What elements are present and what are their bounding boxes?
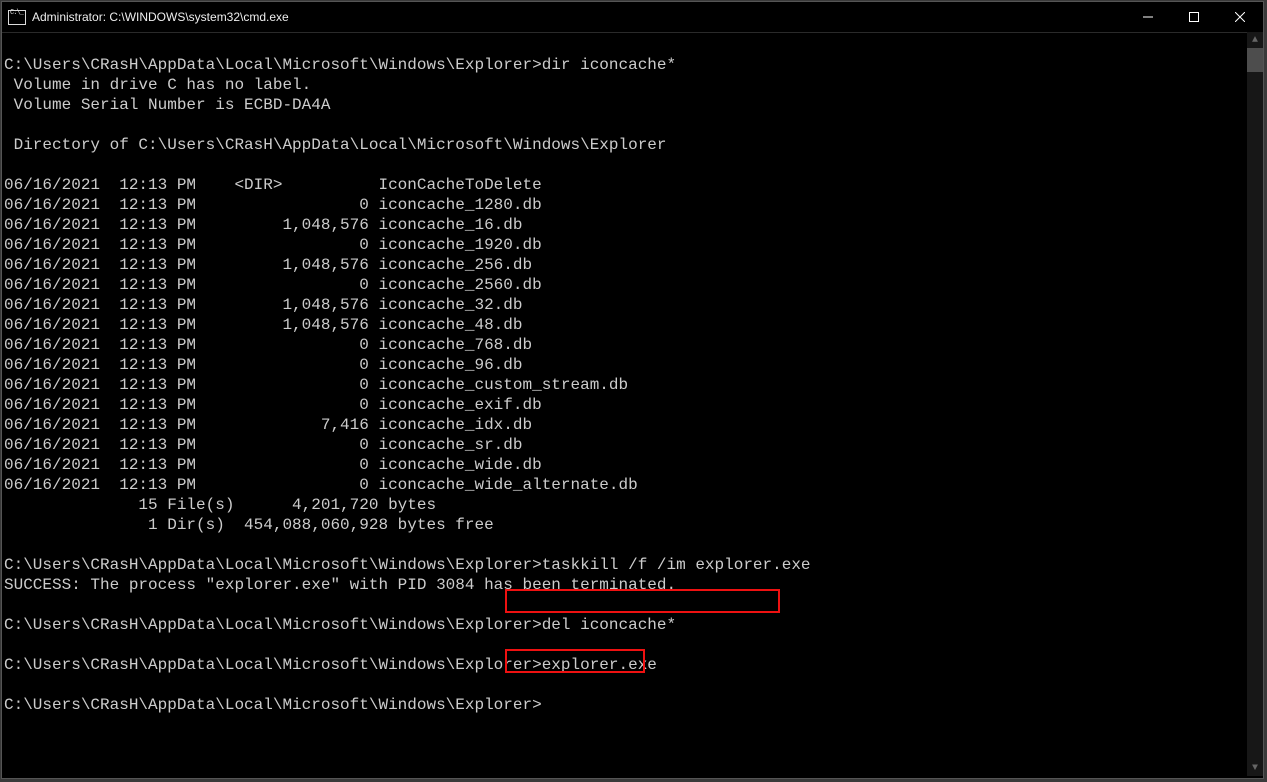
dir-row: 06/16/2021 12:13 PM 0 iconcache_wide_alt…	[4, 475, 1263, 495]
close-button[interactable]	[1217, 2, 1263, 32]
prompt-path: C:\Users\CRasH\AppData\Local\Microsoft\W…	[4, 556, 542, 574]
prompt-path: C:\Users\CRasH\AppData\Local\Microsoft\W…	[4, 656, 542, 674]
typed-command: explorer.exe	[542, 656, 657, 674]
dir-row: 06/16/2021 12:13 PM 1,048,576 iconcache_…	[4, 255, 1263, 275]
dir-row: 06/16/2021 12:13 PM 0 iconcache_96.db	[4, 355, 1263, 375]
dir-row: 06/16/2021 12:13 PM 7,416 iconcache_idx.…	[4, 415, 1263, 435]
dir-row: 06/16/2021 12:13 PM 0 iconcache_wide.db	[4, 455, 1263, 475]
dir-row: 06/16/2021 12:13 PM 0 iconcache_1280.db	[4, 195, 1263, 215]
output-line: Volume in drive C has no label.	[4, 75, 1263, 95]
title-left: Administrator: C:\WINDOWS\system32\cmd.e…	[2, 10, 289, 25]
blank-line	[4, 115, 1263, 135]
cmd-line: C:\Users\CRasH\AppData\Local\Microsoft\W…	[4, 555, 1263, 575]
scrollbar[interactable]: ▲ ▼	[1247, 32, 1263, 776]
cmd-window: Administrator: C:\WINDOWS\system32\cmd.e…	[1, 1, 1264, 779]
dir-row: 06/16/2021 12:13 PM 0 iconcache_custom_s…	[4, 375, 1263, 395]
output-line: Volume Serial Number is ECBD-DA4A	[4, 95, 1263, 115]
blank-line	[4, 595, 1263, 615]
blank-line	[4, 635, 1263, 655]
blank-line	[4, 675, 1263, 695]
cmd-icon	[8, 10, 26, 25]
dir-row: 06/16/2021 12:13 PM 0 iconcache_2560.db	[4, 275, 1263, 295]
output-line: 1 Dir(s) 454,088,060,928 bytes free	[4, 515, 1263, 535]
dir-row: 06/16/2021 12:13 PM 0 iconcache_sr.db	[4, 435, 1263, 455]
scroll-thumb[interactable]	[1247, 48, 1263, 72]
dir-row: 06/16/2021 12:13 PM 1,048,576 iconcache_…	[4, 215, 1263, 235]
window-title: Administrator: C:\WINDOWS\system32\cmd.e…	[32, 10, 289, 24]
dir-row: 06/16/2021 12:13 PM 0 iconcache_exif.db	[4, 395, 1263, 415]
prompt-path: C:\Users\CRasH\AppData\Local\Microsoft\W…	[4, 696, 542, 714]
cmd-line: C:\Users\CRasH\AppData\Local\Microsoft\W…	[4, 695, 1263, 715]
dir-row: 06/16/2021 12:13 PM 0 iconcache_1920.db	[4, 235, 1263, 255]
cmd-line: C:\Users\CRasH\AppData\Local\Microsoft\W…	[4, 615, 1263, 635]
scroll-down-icon[interactable]: ▼	[1247, 760, 1263, 776]
dir-row: 06/16/2021 12:13 PM 1,048,576 iconcache_…	[4, 295, 1263, 315]
blank-line	[4, 35, 1263, 55]
typed-command: taskkill /f /im explorer.exe	[542, 556, 811, 574]
prompt-path: C:\Users\CRasH\AppData\Local\Microsoft\W…	[4, 56, 542, 74]
maximize-button[interactable]	[1171, 2, 1217, 32]
minimize-button[interactable]	[1125, 2, 1171, 32]
cmd-line: C:\Users\CRasH\AppData\Local\Microsoft\W…	[4, 655, 1263, 675]
dir-row: 06/16/2021 12:13 PM <DIR> IconCacheToDel…	[4, 175, 1263, 195]
output-line: SUCCESS: The process "explorer.exe" with…	[4, 575, 1263, 595]
typed-command: dir iconcache*	[542, 56, 676, 74]
titlebar[interactable]: Administrator: C:\WINDOWS\system32\cmd.e…	[2, 2, 1263, 33]
scroll-up-icon[interactable]: ▲	[1247, 32, 1263, 48]
cmd-line: C:\Users\CRasH\AppData\Local\Microsoft\W…	[4, 55, 1263, 75]
blank-line	[4, 155, 1263, 175]
typed-command: del iconcache*	[542, 616, 676, 634]
dir-row: 06/16/2021 12:13 PM 1,048,576 iconcache_…	[4, 315, 1263, 335]
dir-row: 06/16/2021 12:13 PM 0 iconcache_768.db	[4, 335, 1263, 355]
output-line: Directory of C:\Users\CRasH\AppData\Loca…	[4, 135, 1263, 155]
terminal-output[interactable]: C:\Users\CRasH\AppData\Local\Microsoft\W…	[2, 33, 1263, 779]
prompt-path: C:\Users\CRasH\AppData\Local\Microsoft\W…	[4, 616, 542, 634]
blank-line	[4, 535, 1263, 555]
window-controls	[1125, 2, 1263, 32]
dir-listing: 06/16/2021 12:13 PM <DIR> IconCacheToDel…	[4, 175, 1263, 495]
output-line: 15 File(s) 4,201,720 bytes	[4, 495, 1263, 515]
